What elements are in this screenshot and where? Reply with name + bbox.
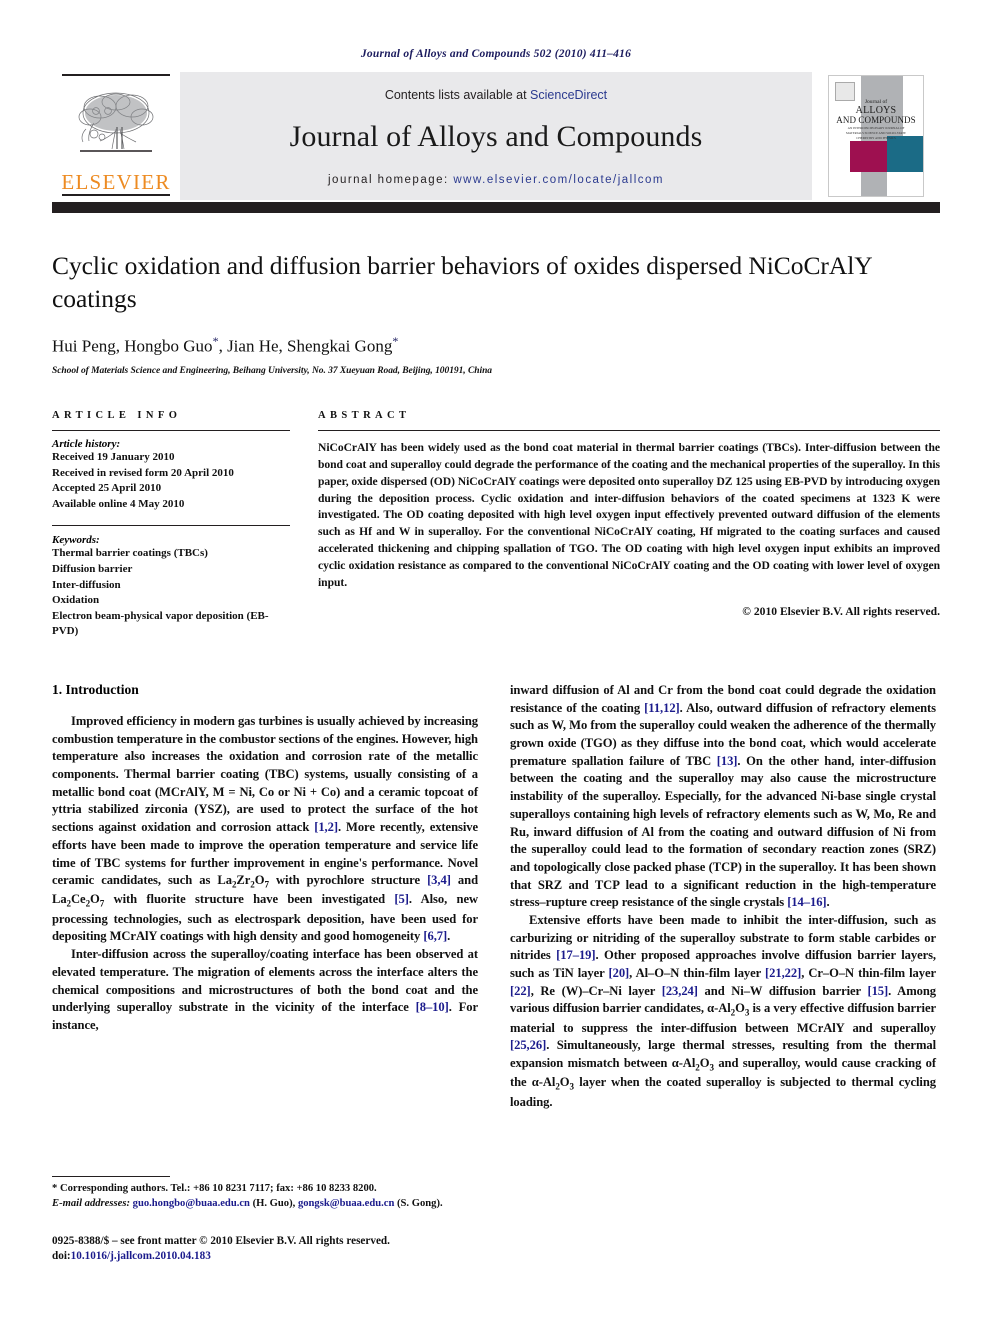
homepage-prefix: journal homepage: <box>328 174 454 186</box>
abstract-rule <box>318 429 940 431</box>
email-link-1[interactable]: guo.hongbo@buaa.edu.cn <box>133 1198 250 1209</box>
cover-badge-icon <box>834 82 856 101</box>
doi-line: doi:10.1016/j.jallcom.2010.04.183 <box>52 1249 478 1265</box>
homepage-url-link[interactable]: www.elsevier.com/locate/jallcom <box>453 174 664 186</box>
history-item: Available online 4 May 2010 <box>52 497 185 510</box>
article-info-rule-top <box>52 429 290 431</box>
cover-block-magenta <box>849 140 888 172</box>
article-info-column: ARTICLE INFO Article history: Received 1… <box>52 410 290 640</box>
sciencedirect-link[interactable]: ScienceDirect <box>530 88 607 102</box>
contents-prefix: Contents lists available at <box>384 88 531 102</box>
elsevier-wordmark: ELSEVIER <box>61 170 171 194</box>
paragraph: Inter-diffusion across the superalloy/co… <box>52 947 478 1032</box>
paragraph: Extensive efforts have been made to inhi… <box>510 912 937 1109</box>
cover-title-line3: AND COMPOUNDS <box>836 115 916 126</box>
abstract-column: ABSTRACT NiCoCrAlY has been widely used … <box>318 410 940 640</box>
abstract-copyright: © 2010 Elsevier B.V. All rights reserved… <box>742 604 940 618</box>
email-link-2[interactable]: gongsk@buaa.edu.cn <box>298 1198 394 1209</box>
issn-doi-block: 0925-8388/$ – see front matter © 2010 El… <box>52 1234 478 1265</box>
cover-subtitle: AN INTERDISCIPLINARY JOURNAL OF MATERIAL… <box>845 126 907 140</box>
abstract-heading: ABSTRACT <box>318 409 411 421</box>
abstract-text: NiCoCrAlY has been widely used as the bo… <box>318 440 940 589</box>
keyword-item: Thermal barrier coatings (TBCs) <box>52 547 208 560</box>
cover-image: Journal of ALLOYS AND COMPOUNDS AN INTER… <box>828 75 924 197</box>
article-info-heading: ARTICLE INFO <box>52 409 182 421</box>
keywords-label: Keywords: <box>52 534 100 547</box>
keywords-block: Keywords: Thermal barrier coatings (TBCs… <box>52 526 290 640</box>
article-title: Cyclic oxidation and diffusion barrier b… <box>52 251 872 314</box>
keyword-item: Inter-diffusion <box>52 578 121 591</box>
body-left-column: 1. Introduction Improved efficiency in m… <box>52 682 478 1111</box>
article-history-label: Article history: <box>52 437 121 450</box>
journal-masthead: ELSEVIER Contents lists available at Sci… <box>52 72 940 200</box>
paragraph: Improved efficiency in modern gas turbin… <box>52 714 478 944</box>
author-list: Hui Peng, Hongbo Guo*, Jian He, Shengkai… <box>52 334 399 356</box>
cover-block-gray-bottom <box>860 172 888 196</box>
keyword-item: Diffusion barrier <box>52 562 133 575</box>
cover-block-teal <box>887 136 923 172</box>
keyword-item: Electron beam-physical vapor deposition … <box>52 609 269 638</box>
elsevier-logo: ELSEVIER <box>52 72 180 200</box>
email-label: E-mail addresses: <box>52 1198 130 1210</box>
journal-cover-thumbnail: Journal of ALLOYS AND COMPOUNDS AN INTER… <box>812 72 940 200</box>
paragraph: inward diffusion of Al and Cr from the b… <box>510 683 936 910</box>
masthead-center: Contents lists available at ScienceDirec… <box>180 72 812 200</box>
doi-label: doi: <box>52 1250 71 1263</box>
body-right-column: inward diffusion of Al and Cr from the b… <box>510 682 936 1111</box>
email-owner-2: (S. Gong). <box>397 1198 443 1210</box>
issn-line: 0925-8388/$ – see front matter © 2010 El… <box>52 1234 390 1247</box>
section-heading-introduction: 1. Introduction <box>52 682 139 698</box>
history-item: Accepted 25 April 2010 <box>52 482 162 495</box>
title-block: Cyclic oxidation and diffusion barrier b… <box>52 213 940 376</box>
cover-title-text: Journal of ALLOYS AND COMPOUNDS <box>829 99 923 126</box>
corresponding-author-note: * Corresponding authors. Tel.: +86 10 82… <box>52 1183 377 1195</box>
email-owner-1: (H. Guo), <box>252 1198 296 1210</box>
footnote-block: * Corresponding authors. Tel.: +86 10 82… <box>52 1176 478 1265</box>
running-head: Journal of Alloys and Compounds 502 (201… <box>360 48 632 60</box>
elsevier-tree-icon <box>72 76 160 172</box>
article-page: Journal of Alloys and Compounds 502 (201… <box>0 0 992 1323</box>
history-item: Received 19 January 2010 <box>52 450 175 463</box>
masthead-divider-bar <box>52 202 940 213</box>
author-affiliation: School of Materials Science and Engineer… <box>52 365 493 376</box>
footnote-rule <box>52 1176 170 1178</box>
journal-title: Journal of Alloys and Compounds <box>289 120 703 153</box>
history-item: Received in revised form 20 April 2010 <box>52 466 234 479</box>
body-columns: 1. Introduction Improved efficiency in m… <box>52 682 940 1111</box>
keyword-item: Oxidation <box>52 594 100 607</box>
email-addresses-note: E-mail addresses: guo.hongbo@buaa.edu.cn… <box>52 1197 478 1212</box>
logo-bottom-rule <box>62 194 170 196</box>
corresponding-marker-1: * <box>212 334 219 349</box>
doi-link[interactable]: 10.1016/j.jallcom.2010.04.183 <box>71 1250 211 1262</box>
info-abstract-row: ARTICLE INFO Article history: Received 1… <box>52 410 940 640</box>
journal-homepage-line: journal homepage: www.elsevier.com/locat… <box>328 174 664 186</box>
corresponding-marker-2: * <box>392 334 399 349</box>
contents-available-line: Contents lists available at ScienceDirec… <box>385 88 607 102</box>
